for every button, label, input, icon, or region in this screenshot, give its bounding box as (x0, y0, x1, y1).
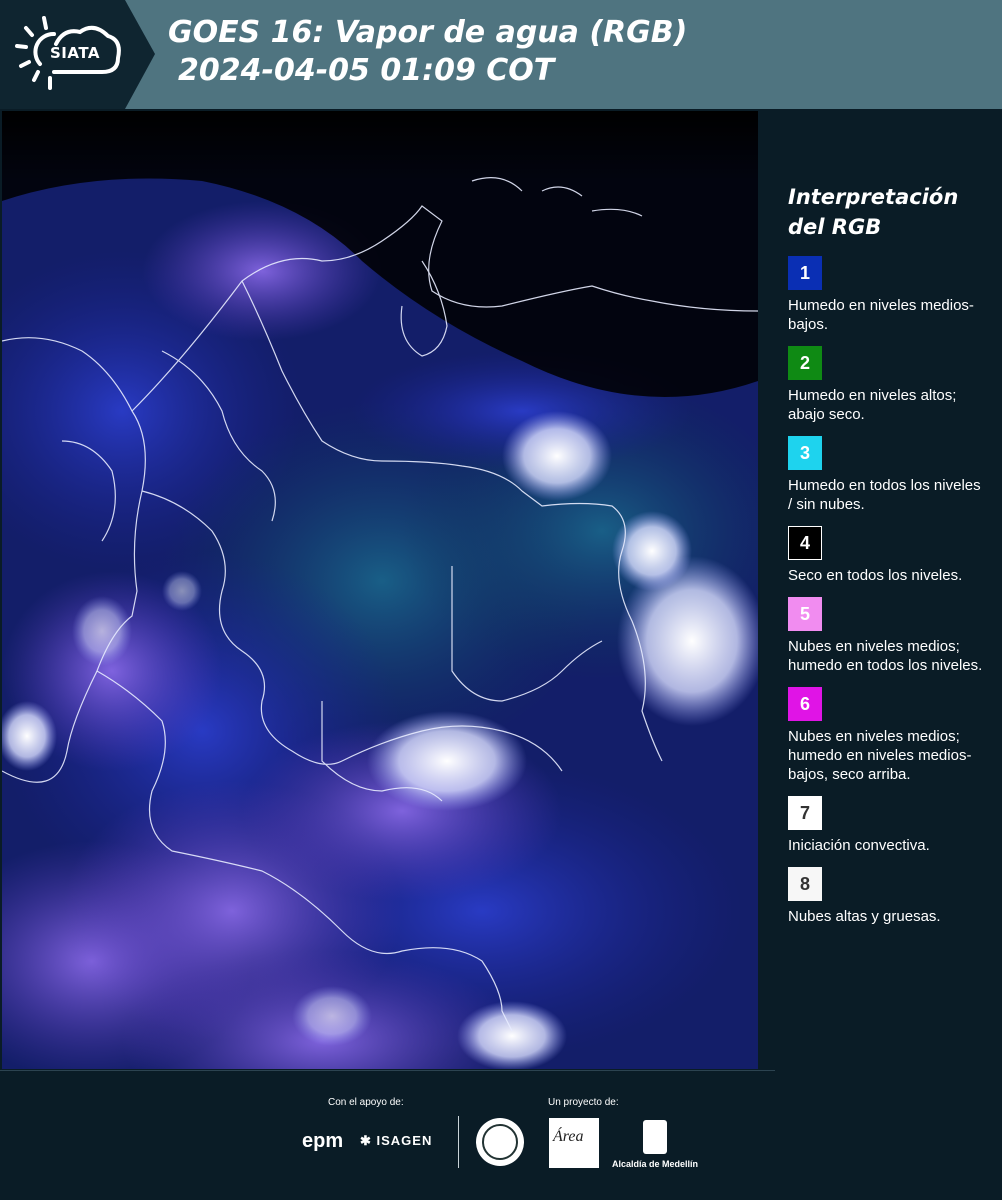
legend-description: Nubes altas y gruesas. (788, 908, 941, 925)
water-vapor-map (2, 111, 758, 1069)
legend-description: Nubes en niveles medios; humedo en todos… (788, 638, 983, 674)
epm-logo: epm (302, 1130, 344, 1152)
title-product: GOES 16: Vapor de agua (RGB) (168, 15, 688, 50)
legend-swatch: 7 (788, 796, 822, 830)
alcaldia-shield-icon (643, 1120, 667, 1154)
legend-description: Humedo en niveles altos; abajo seco. (788, 387, 957, 423)
legend-item-1: 1 Humedo en niveles medios-bajos. (788, 256, 988, 334)
alcaldia-logo-text: Alcaldía de Medellín (612, 1159, 699, 1169)
legend-swatch: 3 (788, 436, 822, 470)
siata-logo: SIATA (0, 0, 155, 109)
siata-logo-text: SIATA (50, 44, 101, 62)
legend-items: 1 Humedo en niveles medios-bajos. 2 Humedo … (788, 256, 988, 926)
legend-swatch: 2 (788, 346, 822, 380)
footer-divider (458, 1116, 459, 1168)
area-metropolitana-logo: Área (549, 1118, 599, 1168)
legend-item-6: 6 Nubes en niveles medios; humedo en nive… (788, 687, 988, 784)
medellin-university-seal-icon (476, 1118, 524, 1166)
legend-description: Humedo en niveles medios-bajos. (788, 297, 974, 333)
legend-item-7: 7 Iniciación convectiva. (788, 796, 988, 855)
legend-item-2: 2 Humedo en niveles altos; abajo seco. (788, 346, 988, 424)
project-label: Un proyecto de: (548, 1097, 619, 1108)
footer: Con el apoyo de: Un proyecto de: epm ✱ I… (0, 1070, 1002, 1200)
page-title: GOES 16: Vapor de agua (RGB) 2024-04-05 … (168, 14, 687, 90)
legend-item-3: 3 Humedo en todos los niveles / sin nubes… (788, 436, 988, 514)
legend-swatch: 8 (788, 867, 822, 901)
legend-swatch: 1 (788, 256, 822, 290)
legend-swatch: 6 (788, 687, 822, 721)
legend-swatch: 5 (788, 597, 822, 631)
rgb-legend: Interpretación del RGB 1 Humedo en nivele… (788, 182, 988, 938)
legend-item-5: 5 Nubes en niveles medios; humedo en todo… (788, 597, 988, 675)
legend-description: Seco en todos los niveles. (788, 567, 963, 584)
legend-description: Humedo en todos los niveles / sin nubes. (788, 477, 981, 513)
footer-divider-line (0, 1070, 775, 1071)
title-timestamp: 2024-04-05 01:09 COT (178, 53, 555, 88)
isagen-logo: ✱ ISAGEN (360, 1133, 433, 1148)
legend-item-4: 4 Seco en todos los niveles. (788, 526, 988, 585)
legend-title: Interpretación del RGB (788, 185, 959, 239)
legend-item-8: 8 Nubes altas y gruesas. (788, 867, 988, 926)
isagen-star-icon: ✱ (360, 1133, 377, 1148)
legend-swatch: 4 (788, 526, 822, 560)
legend-description: Nubes en niveles medios; humedo en nivel… (788, 728, 972, 783)
support-label: Con el apoyo de: (328, 1097, 404, 1108)
satellite-image (2, 111, 758, 1069)
header-bar: SIATA GOES 16: Vapor de agua (RGB) 2024-… (0, 0, 1002, 109)
legend-description: Iniciación convectiva. (788, 837, 930, 854)
